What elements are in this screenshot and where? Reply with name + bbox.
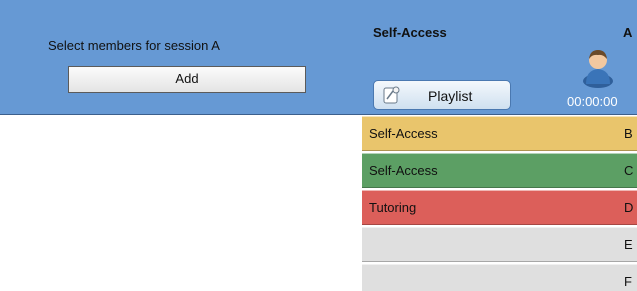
add-members-button[interactable]: Add (68, 66, 306, 93)
station-letter: A (623, 25, 633, 40)
session-title: Self-Access (373, 25, 447, 40)
select-members-label: Select members for session A (48, 38, 220, 53)
station-row[interactable]: F (362, 264, 637, 291)
station-id: E (624, 237, 633, 252)
station-id: D (624, 200, 634, 215)
playlist-label: Playlist (428, 88, 473, 104)
station-row[interactable]: E (362, 227, 637, 262)
station-row[interactable]: Self-Access C (362, 153, 637, 188)
station-list: Self-Access B Self-Access C Tutoring D E F (362, 116, 637, 291)
playlist-icon (381, 85, 403, 105)
station-row[interactable]: Tutoring D (362, 190, 637, 225)
station-session-name: Self-Access (369, 126, 438, 141)
station-row[interactable]: Self-Access B (362, 116, 637, 151)
station-session-name: Tutoring (369, 200, 417, 215)
user-avatar-icon (578, 44, 618, 88)
station-id: B (624, 126, 633, 141)
session-timer: 00:00:00 (567, 94, 618, 109)
station-id: C (624, 163, 634, 178)
station-id: F (624, 274, 632, 289)
session-header-panel: Select members for session A Add Self-Ac… (0, 0, 637, 115)
station-session-name: Self-Access (369, 163, 438, 178)
playlist-button[interactable]: Playlist (373, 80, 511, 110)
session-window: Select members for session A Add Self-Ac… (0, 0, 637, 291)
